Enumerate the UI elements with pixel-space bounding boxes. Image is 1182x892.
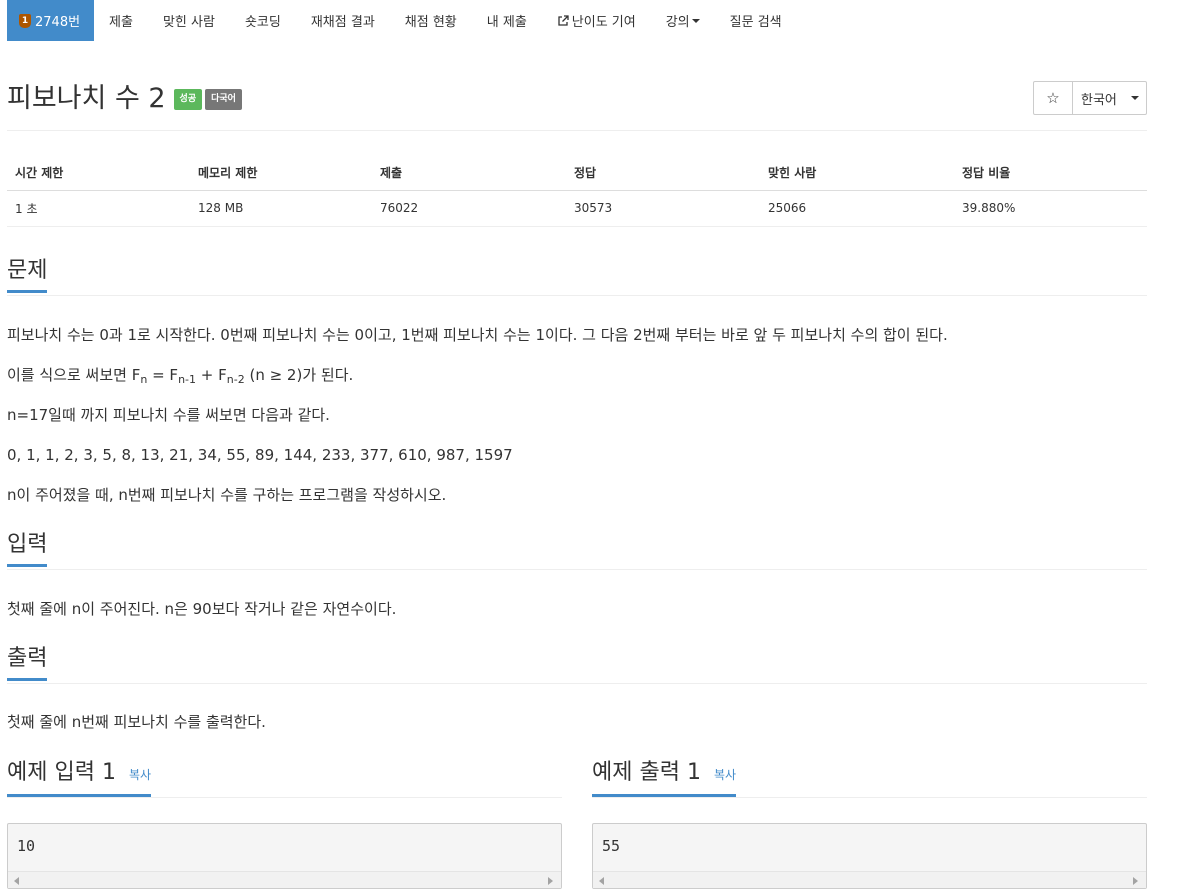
section-input: 입력 — [7, 532, 1147, 570]
tab-lectures-label: 강의 — [665, 15, 690, 30]
tab-short-coding-label: 숏코딩 — [244, 15, 281, 30]
status-badge-success: 성공 — [173, 88, 203, 110]
stats-header-memory-limit: 메모리 제한 — [190, 156, 372, 191]
tab-submit-label: 제출 — [109, 15, 133, 30]
favorite-button[interactable]: ☆ — [1033, 81, 1073, 115]
tab-my-submissions[interactable]: 내 제출 — [472, 0, 542, 41]
section-output: 출력 — [7, 646, 1147, 684]
section-title: 예제 출력 1 복사 — [592, 760, 737, 797]
copy-sample-input-button[interactable]: 복사 — [129, 768, 151, 782]
problem-stats-table: 시간 제한 메모리 제한 제출 정답 맞힌 사람 정답 비율 1 초 128 M… — [7, 156, 1147, 227]
formula-text: 이를 식으로 써보면 F — [7, 366, 141, 384]
section-problem: 문제 — [7, 258, 1147, 296]
stats-header-solved-users: 맞힌 사람 — [760, 156, 954, 191]
section-title: 출력 — [7, 646, 48, 681]
stats-submissions: 76022 — [372, 190, 566, 227]
tab-problem[interactable]: 1 2748번 — [7, 0, 95, 41]
tab-problem-label: 2748번 — [35, 15, 81, 30]
problem-title: 피보나치 수 2 성공 다국어 — [7, 81, 242, 117]
stats-accepted: 30573 — [566, 190, 760, 227]
formula-subscript: n-1 — [178, 373, 197, 386]
chevron-down-icon — [1130, 96, 1139, 100]
status-badge-multilang: 다국어 — [205, 88, 242, 110]
tab-question-search-label: 질문 검색 — [729, 15, 782, 30]
output-description: 첫째 줄에 n번째 피보나치 수를 출력한다. — [7, 713, 266, 731]
sample-output-title: 예제 출력 1 — [592, 760, 701, 785]
copy-sample-output-button[interactable]: 복사 — [714, 768, 736, 782]
section-sample-output: 예제 출력 1 복사 — [592, 760, 1147, 798]
formula-text: + F — [196, 366, 227, 384]
external-link-icon — [558, 14, 569, 26]
horizontal-scrollbar[interactable] — [8, 871, 561, 888]
formula-subscript: n-2 — [226, 373, 245, 386]
tab-judge-status[interactable]: 채점 현황 — [390, 0, 472, 41]
problem-description-4: 0, 1, 1, 2, 3, 5, 8, 13, 21, 34, 55, 89,… — [7, 446, 513, 464]
tab-question-search[interactable]: 질문 검색 — [715, 0, 797, 41]
tab-difficulty-contribute[interactable]: 난이도 기여 — [542, 0, 651, 41]
scroll-left-icon[interactable] — [14, 877, 19, 885]
problem-title-text: 피보나치 수 2 — [7, 83, 166, 114]
input-description: 첫째 줄에 n이 주어진다. n은 90보다 작거나 같은 자연수이다. — [7, 600, 397, 618]
problem-description-1: 피보나치 수는 0과 1로 시작한다. 0번째 피보나치 수는 0이고, 1번째… — [7, 326, 948, 344]
stats-header-time-limit: 시간 제한 — [7, 156, 190, 191]
tab-lectures[interactable]: 강의 — [651, 0, 715, 41]
scroll-right-icon[interactable] — [1133, 877, 1138, 885]
tab-my-submissions-label: 내 제출 — [486, 15, 527, 30]
stats-time-limit: 1 초 — [7, 190, 190, 227]
tab-difficulty-contribute-label: 난이도 기여 — [571, 15, 636, 30]
sample-input-box: 10 — [7, 823, 562, 889]
stats-solved-users: 25066 — [760, 190, 954, 227]
sample-input-value: 10 — [17, 837, 36, 855]
sample-input-title: 예제 입력 1 — [7, 760, 116, 785]
horizontal-scrollbar[interactable] — [593, 871, 1146, 888]
table-row: 1 초 128 MB 76022 30573 25066 39.880% — [7, 190, 1147, 227]
problem-nav: 1 2748번 제출 맞힌 사람 숏코딩 재채점 결과 채점 현황 내 제출 난… — [7, 0, 797, 41]
section-title: 문제 — [7, 258, 48, 293]
stats-header-submissions: 제출 — [372, 156, 566, 191]
formula-text: (n ≥ 2)가 된다. — [244, 366, 354, 384]
problem-actions: ☆ 한국어 — [1033, 81, 1147, 115]
tab-submit[interactable]: 제출 — [94, 0, 148, 41]
scroll-left-icon[interactable] — [599, 877, 604, 885]
stats-header-accepted: 정답 — [566, 156, 760, 191]
problem-description-5: n이 주어졌을 때, n번째 피보나치 수를 구하는 프로그램을 작성하시오. — [7, 486, 447, 504]
tab-solved-users[interactable]: 맞힌 사람 — [148, 0, 230, 41]
stats-header-accept-rate: 정답 비율 — [954, 156, 1147, 191]
problem-description-3: n=17일때 까지 피보나치 수를 써보면 다음과 같다. — [7, 406, 330, 424]
tab-rejudge-results[interactable]: 재채점 결과 — [296, 0, 390, 41]
problem-header: 피보나치 수 2 성공 다국어 ☆ 한국어 — [7, 81, 1147, 131]
scroll-right-icon[interactable] — [548, 877, 553, 885]
stats-accept-rate: 39.880% — [954, 190, 1147, 227]
tab-short-coding[interactable]: 숏코딩 — [230, 0, 296, 41]
table-header-row: 시간 제한 메모리 제한 제출 정답 맞힌 사람 정답 비율 — [7, 156, 1147, 191]
star-icon: ☆ — [1046, 89, 1060, 107]
stats-memory-limit: 128 MB — [190, 190, 372, 227]
section-title: 예제 입력 1 복사 — [7, 760, 152, 797]
problem-description-2: 이를 식으로 써보면 Fn = Fn-1 + Fn-2 (n ≥ 2)가 된다. — [7, 365, 353, 385]
chevron-down-icon — [691, 18, 700, 23]
formula-text: = F — [147, 366, 179, 384]
language-dropdown-label: 한국어 — [1081, 92, 1117, 108]
language-dropdown[interactable]: 한국어 — [1072, 81, 1147, 115]
section-title: 입력 — [7, 532, 48, 567]
tab-judge-status-label: 채점 현황 — [404, 15, 457, 30]
tab-solved-users-label: 맞힌 사람 — [162, 15, 215, 30]
tier-badge-icon: 1 — [19, 13, 31, 28]
sample-output-box: 55 — [592, 823, 1147, 889]
tab-rejudge-results-label: 재채점 결과 — [310, 15, 375, 30]
sample-output-value: 55 — [602, 837, 621, 855]
section-sample-input: 예제 입력 1 복사 — [7, 760, 562, 798]
